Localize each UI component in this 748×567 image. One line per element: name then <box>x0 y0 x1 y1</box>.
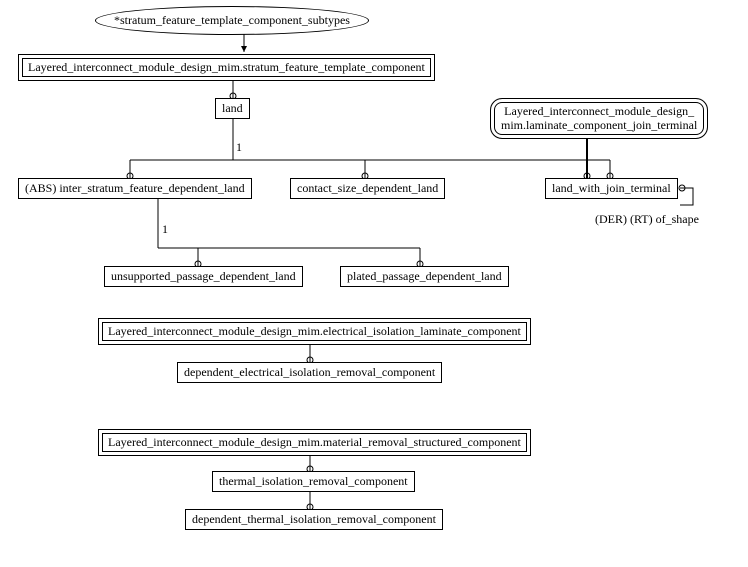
land-with-join-terminal-node: land_with_join_terminal <box>545 178 678 199</box>
cardinality-1-a: 1 <box>236 140 242 155</box>
dependent-elec-iso-node: dependent_electrical_isolation_removal_c… <box>177 362 442 383</box>
thermal-iso-node: thermal_isolation_removal_component <box>212 471 415 492</box>
der-rt-of-shape-label: (DER) (RT) of_shape <box>595 212 699 227</box>
unsupported-passage-node: unsupported_passage_dependent_land <box>104 266 303 287</box>
contact-size-node: contact_size_dependent_land <box>290 178 445 199</box>
land-node: land <box>215 98 250 119</box>
cardinality-1-b: 1 <box>162 222 168 237</box>
abs-inter-stratum-node: (ABS) inter_stratum_feature_dependent_la… <box>18 178 252 199</box>
material-removal-box: Layered_interconnect_module_design_mim.m… <box>98 429 531 456</box>
stratum-feature-template-box: Layered_interconnect_module_design_mim.s… <box>18 54 435 81</box>
laminate-join-terminal-box: Layered_interconnect_module_design_ mim.… <box>490 98 708 139</box>
plated-passage-node: plated_passage_dependent_land <box>340 266 509 287</box>
subtypes-ellipse: *stratum_feature_template_component_subt… <box>95 6 369 35</box>
dependent-thermal-iso-node: dependent_thermal_isolation_removal_comp… <box>185 509 443 530</box>
electrical-isolation-box: Layered_interconnect_module_design_mim.e… <box>98 318 531 345</box>
